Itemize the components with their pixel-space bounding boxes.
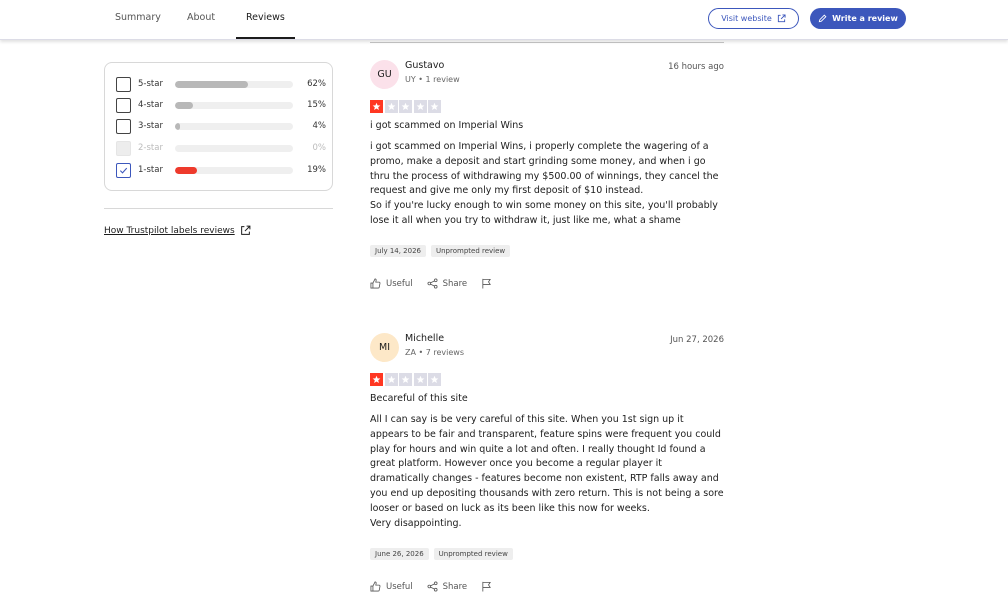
tab-about[interactable]: About	[187, 0, 215, 39]
filter-checkbox[interactable]	[116, 97, 131, 113]
filter-row-1-star[interactable]: 1-star 19%	[116, 162, 326, 178]
share-label: Share	[442, 581, 468, 592]
checkmark-icon	[119, 166, 128, 175]
filter-checkbox[interactable]	[116, 118, 131, 134]
useful-label: Useful	[386, 278, 413, 289]
filter-percent: 4%	[312, 121, 327, 131]
reviewer-meta: ZA • 7 reviews	[405, 348, 465, 357]
filter-bar-fill	[175, 80, 249, 88]
star-icon	[370, 373, 383, 386]
review-card: GU Gustavo UY • 1 review 16 hours ago i …	[370, 60, 724, 300]
flag-icon	[481, 581, 492, 592]
review-title[interactable]: i got scammed on Imperial Wins	[370, 120, 523, 131]
review-actions: Useful Share	[370, 278, 492, 289]
filter-bar-track	[175, 101, 293, 109]
filter-bar-fill	[175, 166, 198, 174]
star-rating-filter: 5-star 62% 4-star 15% 3-star 4% 2-star 0…	[104, 62, 333, 191]
experience-date-badge: June 26, 2026	[370, 548, 429, 560]
divider	[104, 208, 333, 209]
filter-label: 3-star	[138, 121, 163, 131]
review-date: Jun 27, 2026	[670, 335, 724, 345]
report-flag-button[interactable]	[481, 581, 492, 592]
unprompted-review-badge[interactable]: Unprompted review	[433, 548, 513, 560]
reviewer-name[interactable]: Michelle	[405, 333, 444, 344]
trustpilot-labels-link[interactable]: How Trustpilot labels reviews	[104, 225, 251, 236]
useful-button[interactable]: Useful	[370, 278, 413, 289]
write-review-label: Write a review	[832, 14, 898, 23]
top-navigation: Summary About Reviews Visit website Writ…	[0, 0, 1008, 40]
filter-bar-track	[175, 144, 293, 152]
star-icon	[370, 100, 383, 113]
star-icon	[428, 100, 441, 113]
star-rating	[370, 100, 441, 113]
thumbs-up-icon	[370, 278, 381, 289]
filter-bar-fill	[175, 101, 193, 109]
filter-bar-track	[175, 122, 293, 130]
divider	[370, 42, 724, 43]
review-date: 16 hours ago	[668, 62, 724, 72]
external-link-icon	[240, 225, 251, 236]
avatar[interactable]: GU	[370, 60, 399, 89]
tab-reviews[interactable]: Reviews	[236, 0, 295, 39]
filter-percent: 62%	[307, 79, 326, 89]
filter-row-3-star[interactable]: 3-star 4%	[116, 118, 326, 134]
reviewer-meta: UY • 1 review	[405, 75, 460, 84]
share-button[interactable]: Share	[427, 581, 468, 592]
thumbs-up-icon	[370, 581, 381, 592]
unprompted-review-badge[interactable]: Unprompted review	[431, 245, 511, 257]
visit-website-label: Visit website	[721, 14, 772, 23]
filter-checkbox[interactable]	[116, 162, 131, 178]
useful-label: Useful	[386, 581, 413, 592]
star-icon	[384, 373, 398, 386]
star-rating	[370, 373, 441, 386]
share-icon	[427, 278, 438, 289]
reviewer-name[interactable]: Gustavo	[405, 60, 444, 71]
filter-bar-fill	[175, 122, 180, 130]
review-tags: June 26, 2026 Unprompted review	[370, 548, 513, 560]
star-icon	[413, 373, 427, 386]
useful-button[interactable]: Useful	[370, 581, 413, 592]
review-card: MI Michelle ZA • 7 reviews Jun 27, 2026 …	[370, 333, 724, 595]
review-actions: Useful Share	[370, 581, 492, 592]
star-icon	[428, 373, 441, 386]
filter-label: 5-star	[138, 79, 163, 89]
filter-bar-track	[175, 80, 293, 88]
filter-bar-track	[175, 166, 293, 174]
experience-date-badge: July 14, 2026	[370, 245, 426, 257]
star-icon	[399, 373, 412, 386]
report-flag-button[interactable]	[481, 278, 492, 289]
filter-percent: 15%	[307, 100, 326, 110]
tab-summary[interactable]: Summary	[115, 0, 161, 39]
write-review-button[interactable]: Write a review	[810, 8, 906, 29]
filter-label: 4-star	[138, 100, 163, 110]
share-label: Share	[442, 278, 468, 289]
filter-label: 2-star	[138, 143, 163, 153]
review-body: All I can say is be very careful of this…	[370, 414, 724, 529]
filter-label: 1-star	[138, 165, 163, 175]
share-button[interactable]: Share	[427, 278, 468, 289]
filter-row-5-star[interactable]: 5-star 62%	[116, 76, 326, 92]
filter-checkbox[interactable]	[116, 76, 131, 92]
flag-icon	[481, 278, 492, 289]
avatar[interactable]: MI	[370, 333, 399, 362]
star-icon	[413, 100, 427, 113]
filter-checkbox	[116, 140, 131, 156]
filter-row-4-star[interactable]: 4-star 15%	[116, 97, 326, 113]
filter-row-2-star: 2-star 0%	[116, 140, 326, 156]
review-tags: July 14, 2026 Unprompted review	[370, 245, 511, 257]
filter-percent: 0%	[312, 143, 327, 153]
share-icon	[427, 581, 438, 592]
external-link-icon	[777, 14, 786, 23]
visit-website-button[interactable]: Visit website	[708, 8, 799, 29]
star-icon	[384, 100, 398, 113]
review-title[interactable]: Becareful of this site	[370, 393, 468, 404]
filter-percent: 19%	[307, 165, 326, 175]
star-icon	[399, 100, 412, 113]
labels-link-text: How Trustpilot labels reviews	[104, 225, 235, 236]
review-body: i got scammed on Imperial Wins, i proper…	[370, 141, 719, 226]
pencil-icon	[818, 14, 827, 23]
